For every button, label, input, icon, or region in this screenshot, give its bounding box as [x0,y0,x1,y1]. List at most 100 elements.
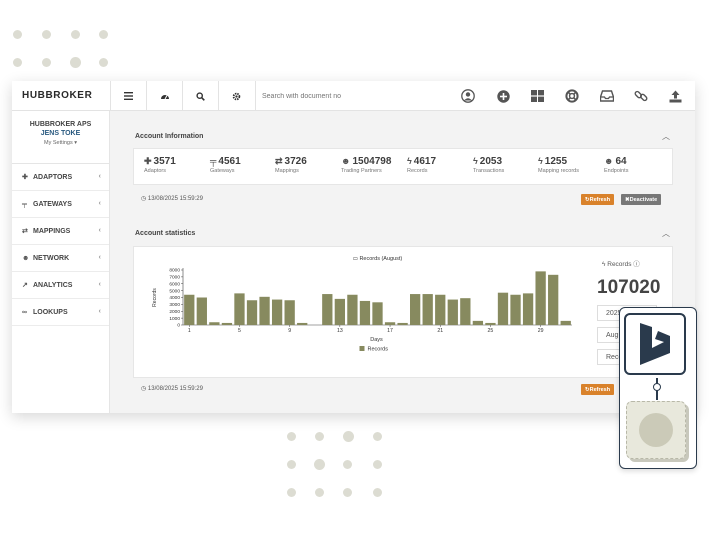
settings-button[interactable] [218,81,254,111]
user-name: JENS TOKE [40,130,81,137]
decor-dot [287,432,296,441]
binoculars-icon: ∞ [22,308,27,316]
account-header: HUBBROKER APS JENS TOKE My Settings ▾ [12,111,109,164]
stat-gateways[interactable]: ╤ 4561 Gateways [210,156,241,174]
decor-dot [314,459,325,470]
bar-day-28 [522,293,534,325]
y-tick-label: 2000 [169,309,180,315]
collapse-account-info-icon[interactable]: ︿ [662,131,670,142]
refresh-button[interactable]: ↻ Refresh [581,194,615,205]
sidebar-item-gateways[interactable]: ╤ GATEWAYS ‹ [12,191,109,218]
apps-button[interactable] [530,89,544,103]
account-stats-chart-panel: ▭ Records (August) 0 1000 2000 3000 4000 5000 6… [133,246,673,378]
decor-dot [315,432,324,441]
user-button[interactable] [461,89,475,103]
bar-day-29 [535,271,546,325]
bar-day-6 [246,300,258,325]
puzzle-icon: ✚ [22,174,28,181]
dynamics-logo [624,313,686,375]
link-button[interactable] [634,89,648,103]
x-tick-label: 29 [538,328,544,334]
app-logo[interactable]: HUBBROKER [22,90,92,101]
dynamics-connector-card [619,307,697,469]
sidebar: HUBBROKER APS JENS TOKE My Settings ▾ ✚ … [12,111,110,413]
stat-value: 4561 [218,156,241,167]
sidebar-item-lookups[interactable]: ∞ LOOKUPS ‹ [12,299,109,326]
bar-day-15 [359,300,371,325]
chart-title: ▭ Records (August) [353,256,403,262]
sidebar-item-mappings[interactable]: ⇄ MAPPINGS ‹ [12,218,109,245]
info-icon: ⓘ [631,261,640,268]
decor-dot [71,30,80,39]
dashboard-button[interactable] [146,81,182,111]
sidebar-item-label: MAPPINGS [33,227,71,235]
bar-day-19 [410,294,421,325]
stat-mappings[interactable]: ⇄ 3726 Mappings [275,156,307,174]
stat-mapping-records[interactable]: ϟ 1255 Mapping records [538,156,579,174]
user-icon [461,89,475,103]
signpost-icon: ╤ [210,156,217,166]
legend-swatch [359,346,365,351]
decor-dot [13,30,22,39]
y-tick-label: 3000 [169,302,180,308]
stat-trading-partners[interactable]: ☻ 1504798 Trading Partners [341,156,391,174]
upload-button[interactable] [668,89,682,103]
document-search-input[interactable] [262,89,442,103]
stat-label: Gateways [210,168,235,174]
decor-dot [343,488,352,497]
bar-day-30 [548,274,559,325]
account-info-title: Account Information [135,133,204,140]
chevron-left-icon: ‹ [98,200,101,207]
users-icon: ☻ [22,254,30,262]
menu-button[interactable] [110,81,146,111]
bar-day-18 [397,322,408,325]
sidebar-item-label: ANALYTICS [33,281,73,289]
bolt-icon: ϟ [538,156,543,166]
connector-node [652,383,661,391]
stat-label: Mapping records [538,168,579,174]
sidebar-item-adaptors[interactable]: ✚ ADAPTORS ‹ [12,164,109,191]
refresh-button[interactable]: ↻ Refresh [581,384,615,395]
bolt-icon: ϟ [473,156,478,166]
y-tick-label: 6000 [169,281,180,287]
add-button[interactable] [496,89,510,103]
user-icon: ☻ [341,156,351,166]
chevron-left-icon: ‹ [98,281,101,288]
bar-day-27 [510,294,521,325]
inbox-button[interactable] [600,89,614,103]
x-tick-label: 9 [288,328,291,334]
stat-transactions[interactable]: ϟ 2053 Transactions [473,156,504,174]
deactivate-button[interactable]: ✖ Deactivate [621,194,662,205]
bar-day-21 [435,294,446,325]
stat-endpoints[interactable]: ☻ 64 Endpoints [604,156,628,174]
apps-grid-icon [530,90,544,102]
sidebar-item-network[interactable]: ☻ NETWORK ‹ [12,245,109,272]
sidebar-item-analytics[interactable]: ↗ ANALYTICS ‹ [12,272,109,299]
account-stats-summary: ✚ 3571 Adaptors ╤ 4561 Gateways ⇄ 3726 Mapp… [133,148,673,185]
stat-label: Endpoints [604,168,629,174]
stat-adaptors[interactable]: ✚ 3571 Adaptors [144,156,176,174]
sidebar-item-label: GATEWAYS [33,200,72,208]
my-settings-link[interactable]: My Settings ▾ [12,140,109,146]
bar-day-12 [322,294,333,325]
decor-dot [373,460,382,469]
menu-icon [124,92,133,100]
stat-records[interactable]: ϟ 4617 Records [407,156,436,174]
account-stats-title: Account statistics [135,230,196,237]
collapse-account-stats-icon[interactable]: ︿ [662,228,670,239]
bar-day-7 [259,296,270,325]
account-info-footer: ◷ 13/08/2025 15:59:29 ↻ Refresh ✖ Deacti… [133,191,673,207]
x-tick-label: 21 [437,328,443,334]
help-button[interactable] [565,89,579,103]
clock-icon: ◷ [141,386,148,392]
bar-day-25 [485,322,496,325]
exchange-icon: ⇄ [275,156,283,166]
stat-value: 4617 [413,156,437,167]
legend-label: Records [368,347,389,353]
bar-day-20 [422,294,433,325]
bar-day-4 [221,322,233,325]
bar-day-14 [347,294,358,325]
search-button[interactable] [182,81,218,111]
bar-day-5 [234,293,245,325]
last-updated: ◷ 13/08/2025 15:59:29 [141,196,203,202]
